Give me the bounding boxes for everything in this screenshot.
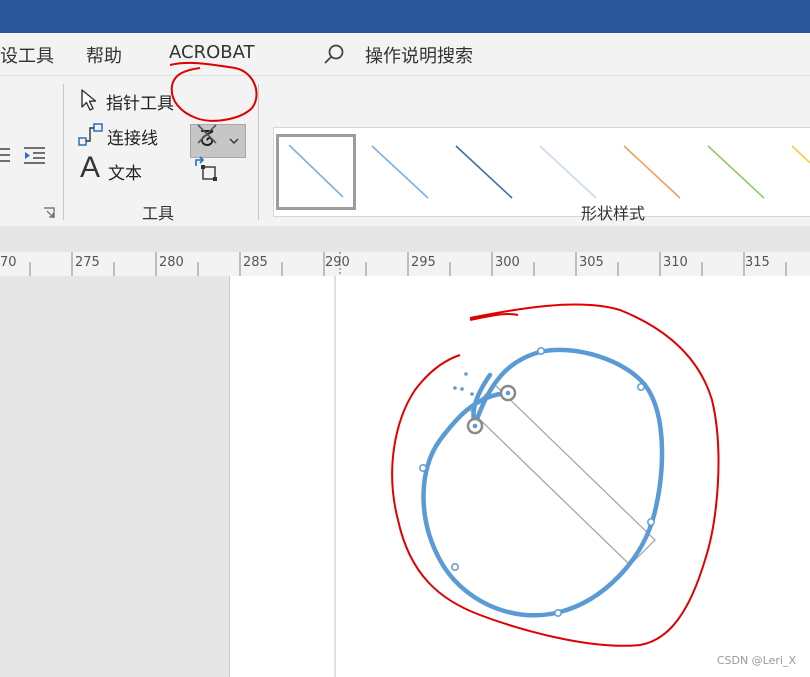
shape-styles-gallery	[273, 127, 810, 217]
connection-point-tool-icon[interactable]	[193, 156, 221, 184]
shape-styles-group-label: 形状样式	[581, 204, 646, 223]
increase-indent-icon[interactable]	[24, 146, 46, 164]
align-left-icon[interactable]	[0, 146, 12, 164]
chevron-down-icon	[229, 138, 239, 144]
shape-style-swatch[interactable]	[360, 134, 440, 210]
group-divider	[63, 84, 64, 220]
ruler-ticks	[29, 252, 787, 276]
ribbon: 设工具 帮助 ACROBAT 操作说明搜索 指针工具 ᘔ 连接线 A 文本 工具…	[0, 33, 810, 227]
ribbon-panel: 指针工具 ᘔ 连接线 A 文本 工具 形状样式	[0, 75, 810, 227]
shape-style-swatch[interactable]	[276, 134, 356, 210]
ruler-area: 70 275 280 285 290 295 300 305 310 315	[0, 226, 810, 277]
text-tool-icon: A	[80, 151, 101, 184]
search-box-label[interactable]: 操作说明搜索	[365, 42, 473, 68]
shape-style-swatch[interactable]	[696, 134, 776, 210]
connector-icon	[78, 123, 103, 146]
close-icon[interactable]	[195, 122, 219, 146]
watermark: CSDN @Leri_X	[716, 654, 796, 667]
canvas-margin	[0, 276, 230, 677]
shape-style-swatch[interactable]	[612, 134, 692, 210]
shape-style-swatch[interactable]	[528, 134, 608, 210]
ribbon-tabs: 设工具 帮助 ACROBAT 操作说明搜索	[0, 33, 810, 75]
text-tool-button[interactable]: 文本	[108, 159, 142, 184]
shape-style-swatch[interactable]	[780, 134, 810, 210]
dialog-launcher-icon[interactable]	[43, 207, 55, 219]
tab-acrobat[interactable]: ACROBAT	[169, 42, 255, 63]
drawing-page[interactable]	[230, 276, 810, 677]
title-bar	[0, 0, 810, 33]
search-icon[interactable]	[322, 43, 346, 67]
pointer-tool-icon	[81, 89, 97, 111]
group-divider	[258, 84, 259, 220]
pointer-tool-button[interactable]: 指针工具	[106, 89, 174, 114]
connector-tool-button[interactable]: 连接线	[107, 124, 158, 149]
tab-help[interactable]: 帮助	[86, 42, 122, 68]
shape-style-swatch[interactable]	[444, 134, 524, 210]
tab-design-tools[interactable]: 设工具	[0, 42, 54, 68]
tools-group-label: 工具	[142, 204, 175, 223]
horizontal-ruler[interactable]: 70 275 280 285 290 295 300 305 310 315	[0, 252, 810, 277]
